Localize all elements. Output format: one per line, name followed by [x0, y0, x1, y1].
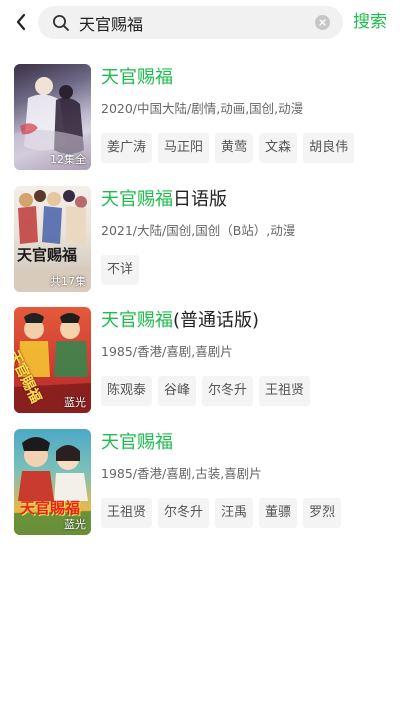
- result-title[interactable]: 天官赐福日语版: [101, 188, 227, 212]
- result-title[interactable]: 天官赐福(普通话版): [101, 309, 259, 333]
- cast-tags: 姜广涛 马正阳 黄莺 文森 胡良伟: [101, 133, 355, 163]
- close-icon: [319, 19, 326, 26]
- poster-title-text: 天官赐福: [17, 246, 78, 264]
- search-icon: [53, 15, 69, 31]
- back-button[interactable]: [10, 10, 32, 34]
- cast-tags: 陈观泰 谷峰 尔冬升 王祖贤: [101, 376, 311, 406]
- cast-tag[interactable]: 罗烈: [303, 498, 342, 528]
- back-arrow-icon: [16, 13, 26, 31]
- cast-tag[interactable]: 陈观泰: [101, 376, 153, 406]
- cast-tags: 王祖贤 尔冬升 汪禹 董骠 罗烈: [101, 498, 342, 528]
- cast-tag[interactable]: 王祖贤: [259, 376, 311, 406]
- poster-image[interactable]: 天官賜福 蓝光: [14, 307, 91, 413]
- cast-tag[interactable]: 文森: [259, 133, 298, 163]
- poster-badge: 蓝光: [64, 396, 86, 409]
- poster-badge: 12集全: [50, 153, 86, 166]
- title-highlight: 天官赐福: [101, 432, 173, 453]
- poster-badge: 共17集: [50, 275, 86, 288]
- cast-tags: 不详: [101, 255, 140, 285]
- cast-tag[interactable]: 董骠: [259, 498, 298, 528]
- title-highlight: 天官赐福: [101, 189, 173, 210]
- title-rest: 日语版: [173, 189, 227, 210]
- cast-tag[interactable]: 马正阳: [158, 133, 210, 163]
- poster-image[interactable]: 12集全: [14, 64, 91, 170]
- cast-tag[interactable]: 尔冬升: [158, 498, 210, 528]
- title-highlight: 天官赐福: [101, 310, 173, 331]
- result-title[interactable]: 天官赐福: [101, 66, 173, 90]
- result-meta: 2020/中国大陆/剧情,动画,国创,动漫: [101, 101, 304, 116]
- title-highlight: 天官赐福: [101, 67, 173, 88]
- cast-tag[interactable]: 汪禹: [215, 498, 254, 528]
- cast-tag[interactable]: 胡良伟: [303, 133, 355, 163]
- poster-badge: 蓝光: [64, 518, 86, 531]
- result-item[interactable]: 天官赐福 共17集 天官赐福日语版 2021/大陆/国创,国创（B站）,动漫 不…: [14, 186, 394, 292]
- result-item[interactable]: 天官賜福 蓝光 天官赐福(普通话版) 1985/香港/喜剧,喜剧片 陈观泰 谷峰…: [14, 307, 394, 413]
- title-rest: (普通话版): [173, 310, 260, 331]
- result-meta: 2021/大陆/国创,国创（B站）,动漫: [101, 223, 296, 238]
- clear-icon[interactable]: [315, 15, 330, 30]
- top-bar: 搜索: [0, 0, 403, 46]
- result-item[interactable]: 12集全 天官赐福 2020/中国大陆/剧情,动画,国创,动漫 姜广涛 马正阳 …: [14, 64, 394, 170]
- cast-tag[interactable]: 王祖贤: [101, 498, 153, 528]
- cast-tag[interactable]: 谷峰: [158, 376, 197, 406]
- result-meta: 1985/香港/喜剧,古装,喜剧片: [101, 466, 262, 481]
- poster-image[interactable]: 天官赐福 共17集: [14, 186, 91, 292]
- result-item[interactable]: 天官賜福 蓝光 天官赐福 1985/香港/喜剧,古装,喜剧片 王祖贤 尔冬升 汪…: [14, 429, 394, 535]
- result-title[interactable]: 天官赐福: [101, 431, 173, 455]
- search-input[interactable]: [79, 6, 299, 39]
- poster-title-text: 天官賜福: [20, 499, 81, 517]
- cast-tag[interactable]: 姜广涛: [101, 133, 153, 163]
- cast-tag[interactable]: 不详: [101, 255, 140, 285]
- search-box[interactable]: [38, 6, 343, 39]
- search-button[interactable]: 搜索: [353, 11, 387, 33]
- result-meta: 1985/香港/喜剧,喜剧片: [101, 344, 233, 359]
- poster-image[interactable]: 天官賜福 蓝光: [14, 429, 91, 535]
- cast-tag[interactable]: 黄莺: [215, 133, 254, 163]
- cast-tag[interactable]: 尔冬升: [202, 376, 254, 406]
